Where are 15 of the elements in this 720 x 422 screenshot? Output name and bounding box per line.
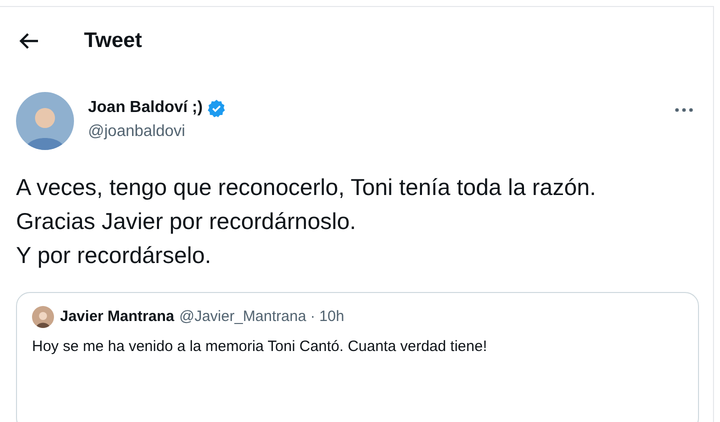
page-title: Tweet <box>84 28 142 54</box>
tweet-text: Y por recordárselo. <box>16 241 212 270</box>
author-name[interactable]: Joan Baldoví ;) <box>88 98 203 118</box>
quoted-time: 10h <box>319 307 344 327</box>
quoted-tweet-card[interactable]: Javier Mantrana @Javier_Mantrana · 10h Hoy se me ha venido a la memoria Toni Cantó. Cuanta verdad tiene! <box>16 292 699 422</box>
author-handle[interactable]: @joanbaldovi <box>88 122 226 142</box>
quoted-author-handle: @Javier_Mantrana <box>179 307 306 327</box>
back-arrow-icon <box>19 32 39 50</box>
quoted-author-name: Javier Mantrana <box>60 307 174 327</box>
separator-dot: · <box>310 307 316 327</box>
tweet-text: Gracias Javier por recordárnoslo. <box>16 207 358 236</box>
quoted-tweet-text: Hoy se me ha venido a la memoria Toni Cantó. Cuanta verdad tiene! <box>32 336 488 356</box>
more-icon <box>675 108 693 112</box>
person-silhouette-icon <box>35 310 51 328</box>
tweet-text: A veces, tengo que reconocerlo, Toni tenía toda la razón. <box>16 173 598 202</box>
